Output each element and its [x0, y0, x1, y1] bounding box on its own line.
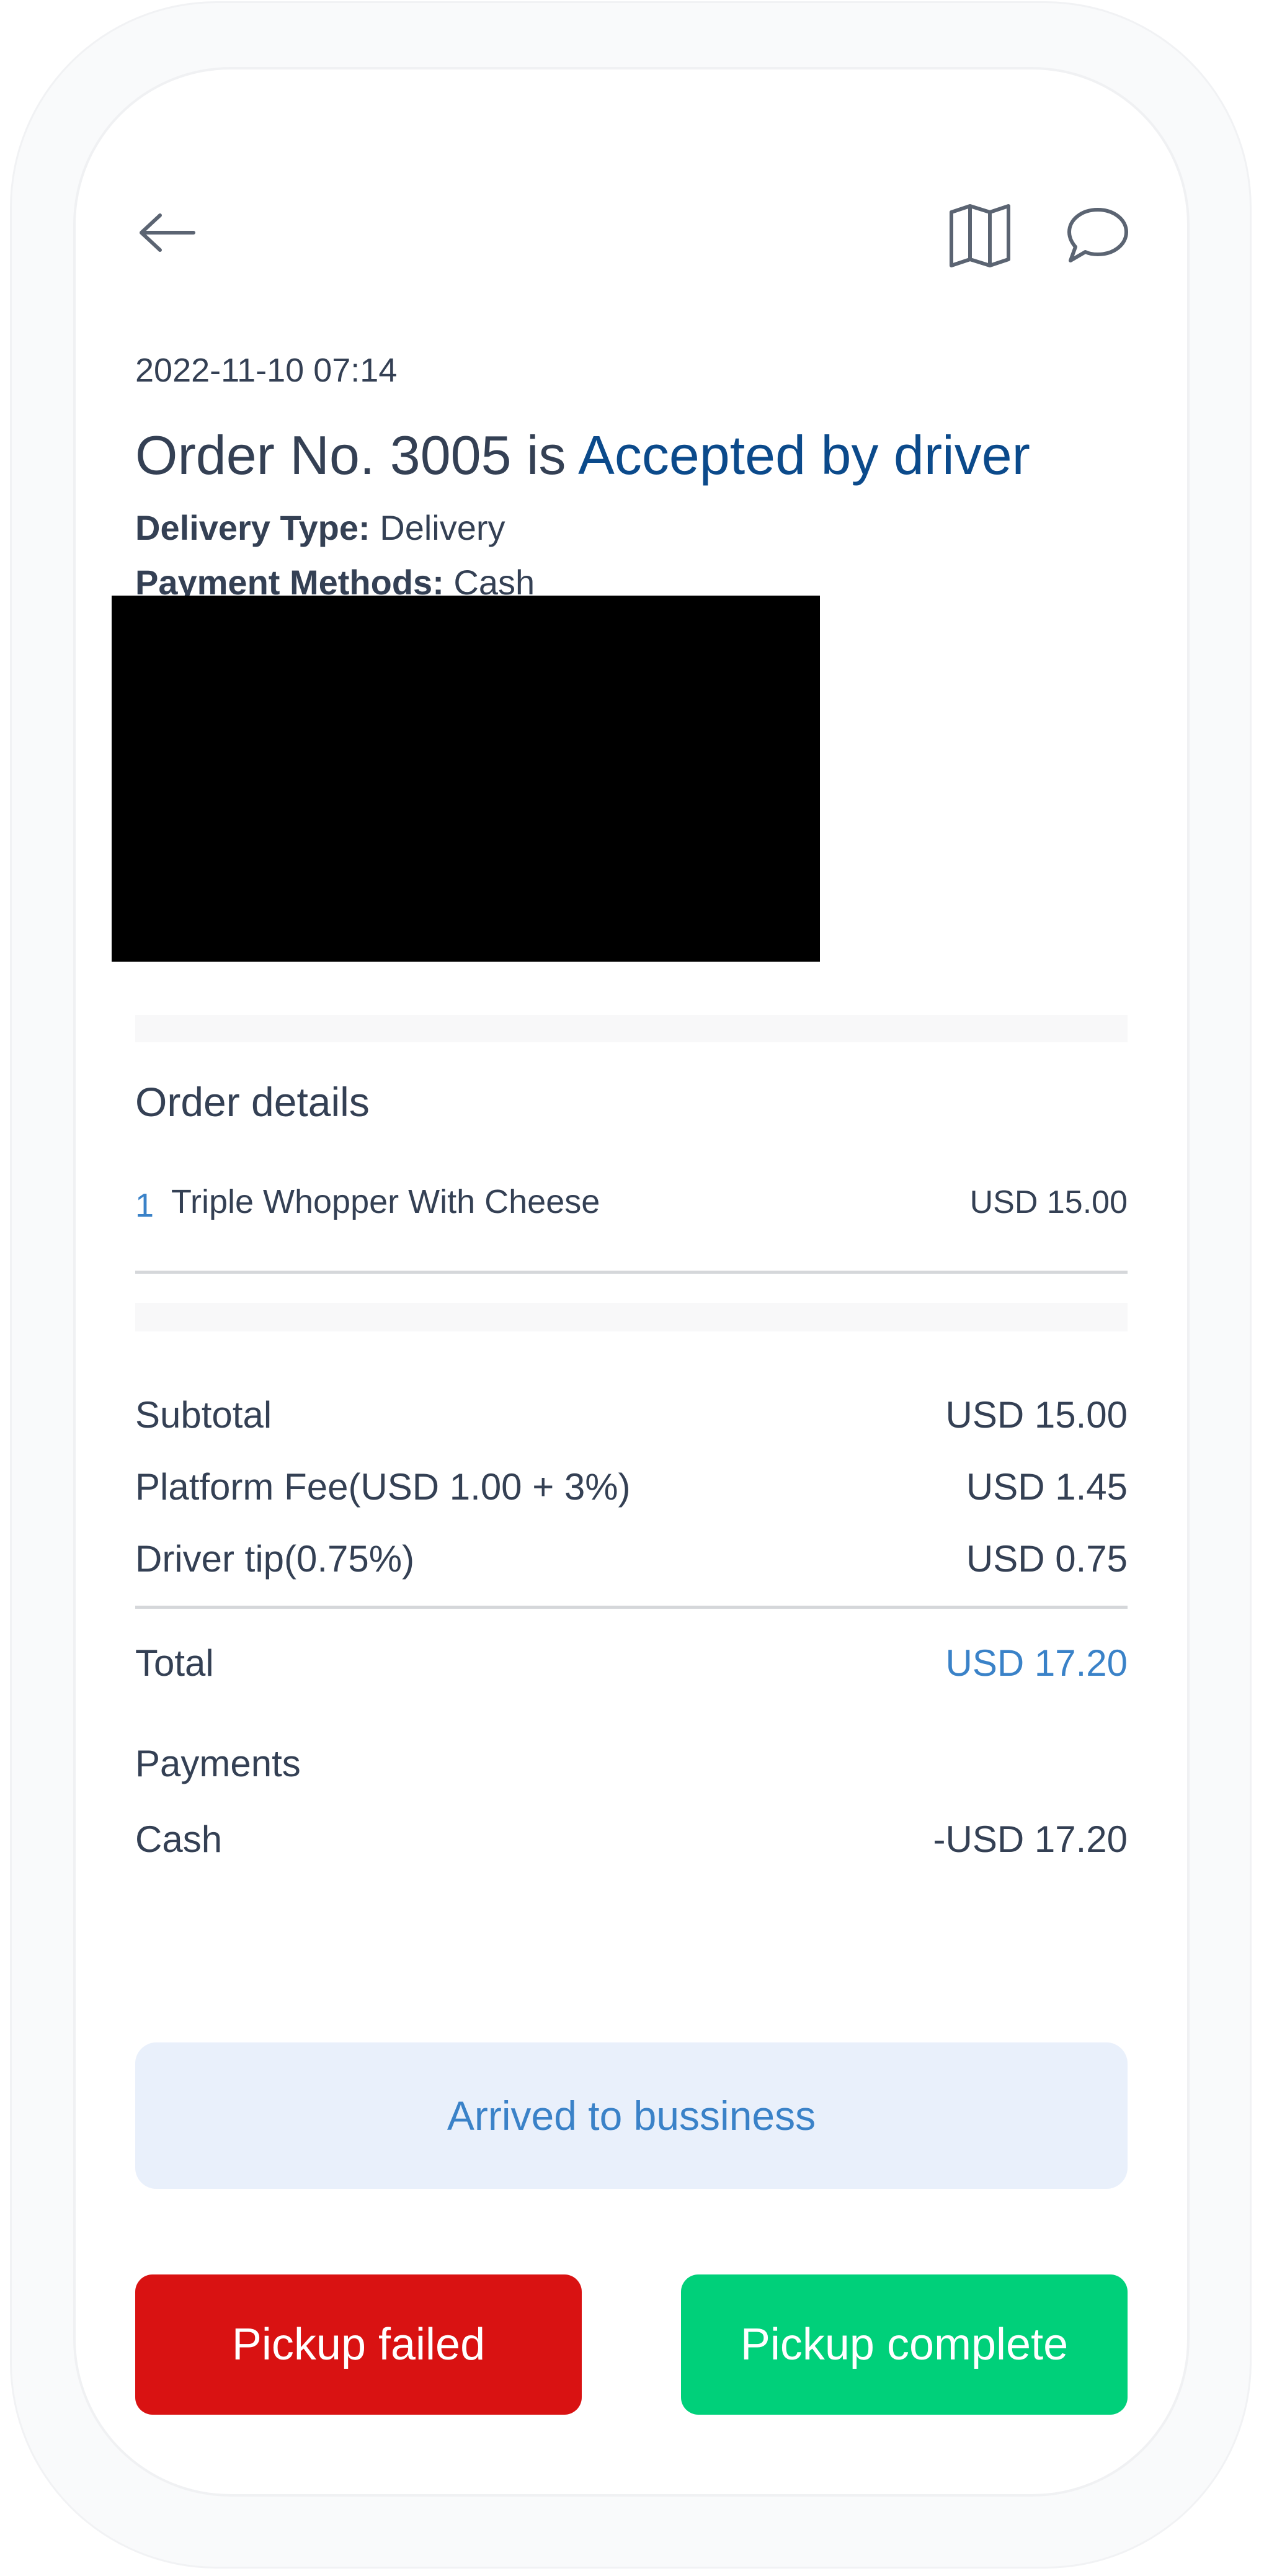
order-title-prefix: Order No. 3005 is	[135, 424, 579, 486]
section-divider-band	[135, 1015, 1128, 1042]
arrived-to-business-button[interactable]: Arrived to bussiness	[135, 2042, 1128, 2189]
payment-method-label: Cash	[135, 1818, 223, 1860]
subtotal-label: Subtotal	[135, 1394, 272, 1436]
order-details-heading: Order details	[135, 1079, 370, 1125]
divider	[135, 1606, 1128, 1609]
platform-fee-label: Platform Fee(USD 1.00 + 3%)	[135, 1466, 631, 1508]
arrived-to-business-label: Arrived to bussiness	[447, 2093, 816, 2139]
delivery-type-row: Delivery Type: Delivery	[135, 508, 505, 548]
arrow-left-icon	[140, 213, 195, 252]
item-name: Triple Whopper With Cheese	[171, 1183, 600, 1220]
section-divider-band	[135, 1303, 1128, 1331]
list-item: 1 Triple Whopper With Cheese USD 15.00	[135, 1179, 1128, 1228]
redacted-block	[112, 596, 820, 962]
platform-fee-value: USD 1.45	[966, 1466, 1128, 1508]
driver-tip-label: Driver tip(0.75%)	[135, 1538, 415, 1580]
payments-heading: Payments	[135, 1743, 301, 1784]
delivery-type-label: Delivery Type:	[135, 508, 370, 547]
order-title: Order No. 3005 is Accepted by driver	[135, 424, 1030, 487]
driver-tip-value: USD 0.75	[966, 1538, 1128, 1580]
chat-button[interactable]	[1061, 199, 1135, 273]
total-label: Total	[135, 1642, 214, 1684]
item-quantity: 1	[135, 1187, 154, 1224]
delivery-type-value: Delivery	[380, 508, 505, 547]
map-icon	[950, 204, 1010, 267]
order-timestamp: 2022-11-10 07:14	[135, 352, 398, 389]
order-status: Accepted by driver	[578, 424, 1030, 486]
pickup-complete-label: Pickup complete	[740, 2320, 1069, 2369]
item-price: USD 15.00	[969, 1184, 1128, 1220]
pickup-failed-button[interactable]: Pickup failed	[135, 2274, 582, 2415]
chat-bubble-icon	[1067, 208, 1128, 262]
pickup-complete-button[interactable]: Pickup complete	[681, 2274, 1128, 2415]
total-value: USD 17.20	[945, 1642, 1128, 1684]
pickup-failed-label: Pickup failed	[231, 2320, 486, 2369]
divider	[135, 1271, 1128, 1274]
back-button[interactable]	[130, 199, 205, 267]
map-button[interactable]	[943, 199, 1017, 273]
subtotal-value: USD 15.00	[945, 1394, 1128, 1436]
payment-method-value: -USD 17.20	[933, 1818, 1128, 1860]
